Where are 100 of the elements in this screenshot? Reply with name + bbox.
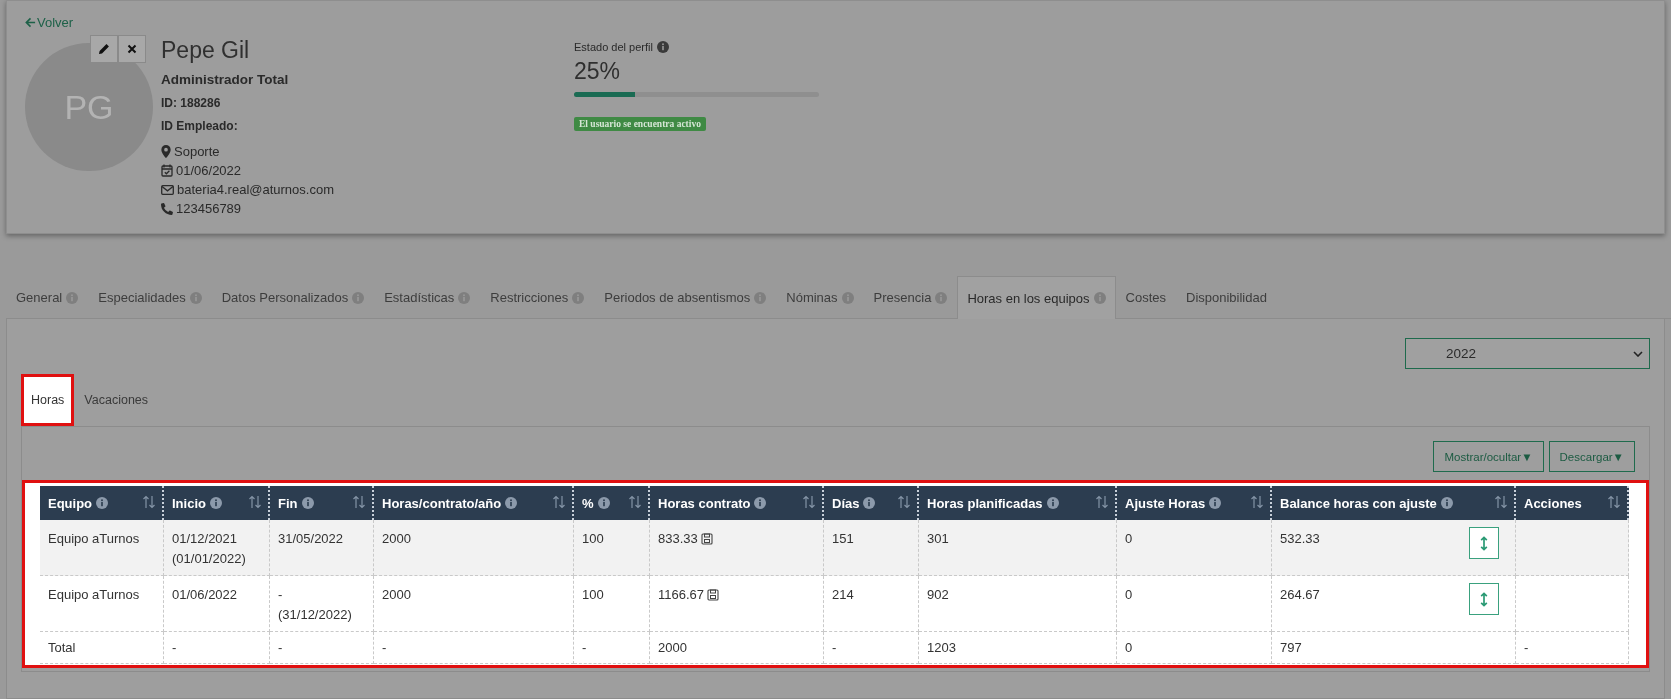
column-header[interactable]: Inicio <box>164 486 270 520</box>
column-title: Acciones <box>1524 495 1582 511</box>
table-cell: 0 <box>1117 576 1272 632</box>
sort-icon[interactable] <box>897 495 911 509</box>
tab[interactable]: Datos Personalizados <box>211 276 375 318</box>
dropdown-button[interactable]: Descargar▼ <box>1548 441 1635 472</box>
expand-button[interactable] <box>1469 583 1499 615</box>
column-header[interactable]: Ajuste Horas <box>1117 486 1272 520</box>
info-icon <box>597 497 610 509</box>
detail-text: Soporte <box>174 143 220 161</box>
column-title: Días <box>832 495 860 511</box>
table-cell: - <box>1516 632 1629 664</box>
sort-icon[interactable] <box>142 495 156 509</box>
close-icon <box>127 44 137 54</box>
table-cell: 2000 <box>374 576 574 632</box>
table-cell: - <box>270 632 374 664</box>
tab[interactable]: General <box>6 276 89 318</box>
cell-value: 264.67 <box>1280 586 1320 604</box>
envelope-icon <box>161 184 174 195</box>
sort-icon[interactable] <box>1494 495 1508 509</box>
cell-value: 1166.67 <box>658 586 705 604</box>
sort-icon[interactable] <box>552 495 566 509</box>
info-icon <box>863 497 876 509</box>
column-header[interactable]: Horas contrato <box>650 486 824 520</box>
table-cell: 100 <box>574 520 650 576</box>
sort-icon[interactable] <box>628 495 642 509</box>
close-button[interactable] <box>118 35 146 63</box>
year-select[interactable]: 2022 <box>1405 338 1650 369</box>
info-icon <box>1093 292 1106 304</box>
tab[interactable]: Costes <box>1115 276 1176 318</box>
table-cell: Equipo aTurnos <box>40 576 164 632</box>
column-title: Inicio <box>172 495 206 511</box>
table-cell: 0 <box>1117 632 1272 664</box>
sort-icon[interactable] <box>1607 495 1621 509</box>
vertical-arrows-icon <box>1480 591 1488 607</box>
table-cell: 31/05/2022 <box>270 520 374 576</box>
info-icon <box>458 291 471 304</box>
column-header[interactable]: % <box>574 486 650 520</box>
table-cell: 902 <box>919 576 1117 632</box>
table-cell: 2000 <box>374 520 574 576</box>
edit-button[interactable] <box>90 35 118 63</box>
tab[interactable]: Nóminas <box>776 276 864 318</box>
table-cell: 01/06/2022 <box>164 576 270 632</box>
tab[interactable]: Disponibilidad <box>1176 276 1277 318</box>
status-percent: 25% <box>574 58 622 85</box>
column-header[interactable]: Fin <box>270 486 374 520</box>
info-icon <box>572 291 585 304</box>
column-header[interactable]: Horas planificadas <box>919 486 1117 520</box>
phone-icon <box>161 202 173 215</box>
info-icon <box>209 497 222 509</box>
tab[interactable]: Especialidades <box>88 276 212 318</box>
expand-button[interactable] <box>1469 527 1499 559</box>
column-title: Fin <box>278 495 298 511</box>
detail-text: 123456789 <box>176 200 242 218</box>
info-icon <box>189 291 202 304</box>
column-title: Horas planificadas <box>927 495 1043 511</box>
info-icon <box>754 291 767 304</box>
map-pin-icon <box>161 145 171 158</box>
subtab[interactable]: Horas <box>21 374 75 426</box>
detail-text: bateria4.real@aturnos.com <box>177 181 334 199</box>
table-cell: 100 <box>574 576 650 632</box>
column-title: Horas contrato <box>658 495 751 511</box>
status-label: Estado del perfil <box>574 41 653 53</box>
subtab[interactable]: Vacaciones <box>74 374 159 426</box>
column-title: Ajuste Horas <box>1125 495 1206 511</box>
info-icon <box>66 291 79 304</box>
column-header[interactable]: Días <box>824 486 919 520</box>
dropdown-button[interactable]: Mostrar/ocultar▼ <box>1433 441 1544 472</box>
sort-icon[interactable] <box>1250 495 1264 509</box>
info-icon <box>754 497 767 509</box>
tab[interactable]: Periodos de absentismos <box>594 276 777 318</box>
table-cell: 301 <box>919 520 1117 576</box>
status-badge: El usuario se encuentra activo <box>574 117 706 131</box>
info-icon <box>935 291 948 304</box>
info-icon <box>1440 497 1453 509</box>
column-header[interactable]: Equipo <box>40 486 164 520</box>
cell-value: 532.33 <box>1280 530 1320 548</box>
table-cell: 2000 <box>650 632 824 664</box>
sort-icon[interactable] <box>1095 495 1109 509</box>
sort-icon[interactable] <box>248 495 262 509</box>
column-header[interactable]: Horas/contrato/año <box>374 486 574 520</box>
sort-icon[interactable] <box>352 495 366 509</box>
detail-text: 01/06/2022 <box>176 162 242 180</box>
table-cell: 01/12/2021 (01/01/2022) <box>164 520 270 576</box>
tab[interactable]: Horas en los equipos <box>957 276 1116 319</box>
table-cell: Equipo aTurnos <box>40 520 164 576</box>
column-title: Horas/contrato/año <box>382 495 502 511</box>
cell-value: 833.33 <box>658 530 698 548</box>
user-name: Pepe Gil <box>161 37 251 64</box>
column-title: % <box>582 495 594 511</box>
tab[interactable]: Presencia <box>863 276 958 318</box>
employee-id-label: ID Empleado: <box>161 119 239 133</box>
column-header[interactable]: Acciones <box>1516 486 1629 520</box>
sort-icon[interactable] <box>802 495 816 509</box>
tab[interactable]: Estadísticas <box>374 276 481 318</box>
column-header[interactable]: Balance horas con ajuste <box>1272 486 1516 520</box>
table-cell: - <box>574 632 650 664</box>
tab[interactable]: Restricciones <box>480 276 595 318</box>
user-id: ID: 188286 <box>161 96 222 110</box>
pencil-icon <box>98 43 110 55</box>
